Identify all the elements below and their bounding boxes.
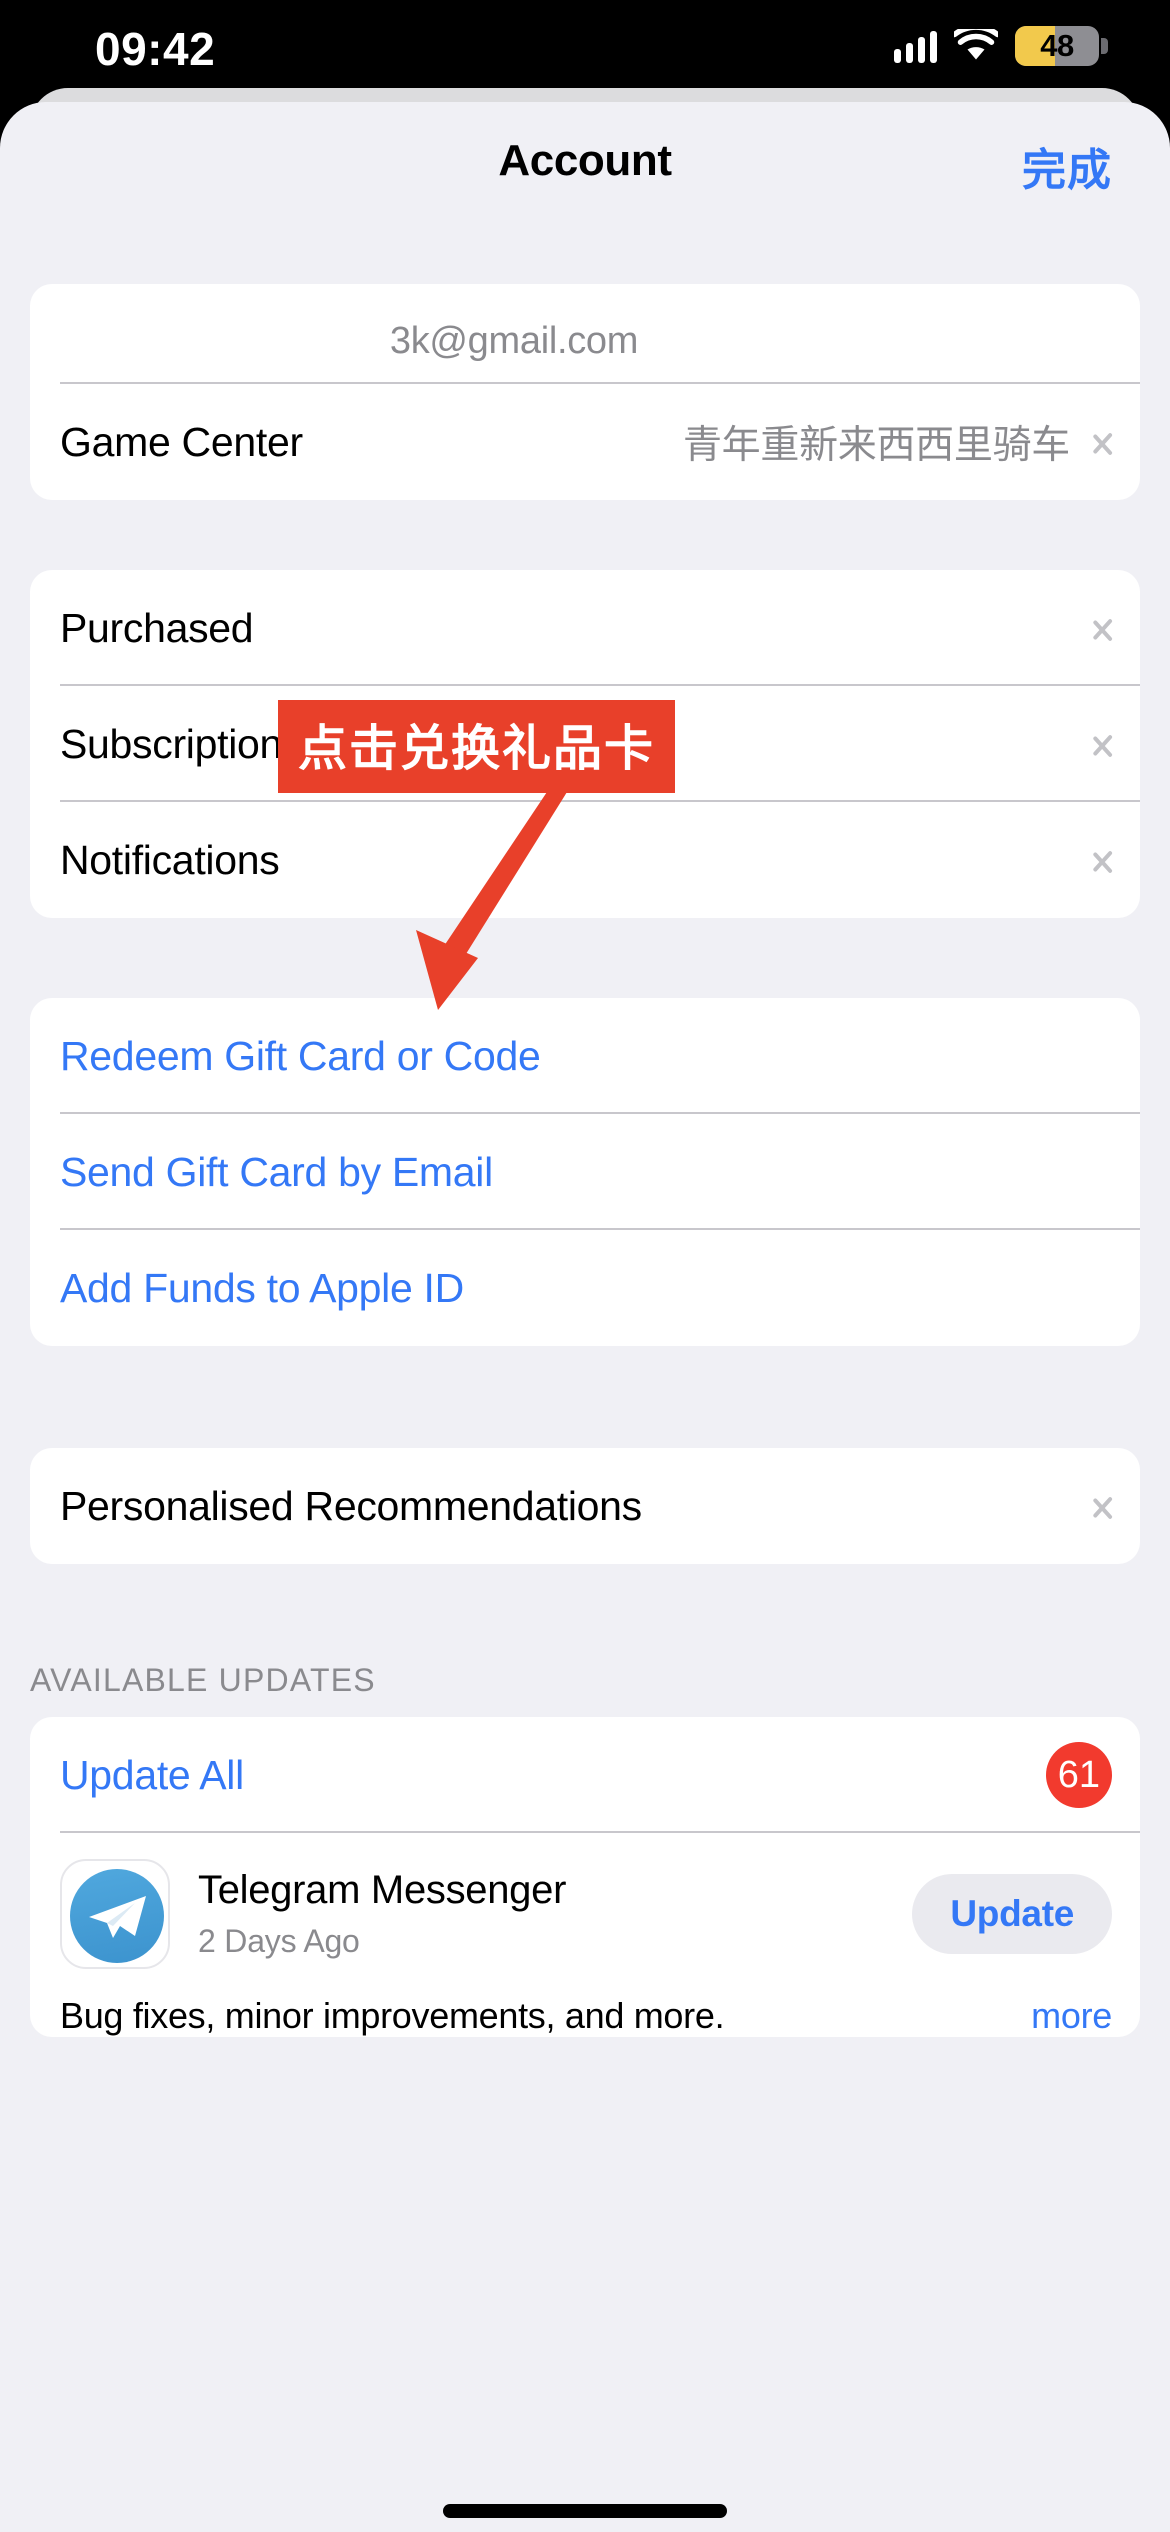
account-card: 3k@gmail.com Game Center 青年重新来西西里骑车 xyxy=(30,284,1140,500)
purchased-row[interactable]: Purchased xyxy=(30,570,1140,686)
game-center-nickname: 青年重新来西西里骑车 xyxy=(682,424,1070,467)
app-update-date: 2 Days Ago xyxy=(198,1923,360,1959)
chevron-right-icon xyxy=(1092,726,1112,762)
status-bar-indicators: 48 xyxy=(894,24,1108,66)
notifications-label: Notifications xyxy=(60,836,280,883)
redeem-gift-card-row[interactable]: Redeem Gift Card or Code xyxy=(30,998,1140,1114)
cellular-bars-icon xyxy=(894,29,937,63)
update-all-label: Update All xyxy=(60,1751,244,1798)
battery-percent-label: 48 xyxy=(1040,28,1074,63)
chevron-right-icon xyxy=(1092,424,1112,460)
battery-tip xyxy=(1101,38,1108,54)
chevron-right-icon xyxy=(1092,610,1112,646)
status-bar: 09:42 48 xyxy=(0,0,1170,96)
app-release-notes-row: Bug fixes, minor improvements, and more.… xyxy=(30,1979,1140,2037)
apple-id-email: 3k@gmail.com xyxy=(389,319,639,362)
more-link[interactable]: more xyxy=(1031,1995,1112,2037)
update-all-row[interactable]: Update All 61 xyxy=(30,1717,1140,1833)
app-name: Telegram Messenger xyxy=(198,1868,567,1912)
add-funds-label: Add Funds to Apple ID xyxy=(60,1264,464,1311)
gift-card-actions-card: Redeem Gift Card or Code Send Gift Card … xyxy=(30,998,1140,1346)
done-button[interactable]: 完成 xyxy=(1022,134,1112,198)
chevron-right-icon xyxy=(1092,842,1112,878)
available-updates-header: AVAILABLE UPDATES xyxy=(30,1662,376,1698)
recommendations-card: Personalised Recommendations xyxy=(30,1448,1140,1564)
navigation-bar: Account 完成 xyxy=(0,102,1170,222)
app-release-notes: Bug fixes, minor improvements, and more. xyxy=(60,1995,725,2036)
notifications-row[interactable]: Notifications xyxy=(30,802,1140,918)
battery-indicator: 48 xyxy=(1015,26,1108,66)
annotation-banner: 点击兑换礼品卡 xyxy=(278,700,676,793)
redeem-gift-card-label: Redeem Gift Card or Code xyxy=(60,1032,541,1079)
updates-card: Update All 61 Telegram Messenger 2 Days … xyxy=(30,1717,1140,2037)
subscriptions-label: Subscriptions xyxy=(60,720,303,767)
personalised-recommendations-label: Personalised Recommendations xyxy=(60,1482,642,1529)
wifi-icon xyxy=(951,24,1001,63)
personalised-recommendations-row[interactable]: Personalised Recommendations xyxy=(30,1448,1140,1564)
phone-screen: 09:42 48 Account 完成 3k@gmail.com Game Ce… xyxy=(0,0,1170,2532)
row-separator xyxy=(60,1831,1140,1833)
telegram-icon-plane xyxy=(89,1896,146,1938)
apple-id-email-row[interactable]: 3k@gmail.com xyxy=(30,284,1140,384)
app-metadata: Telegram Messenger 2 Days Ago xyxy=(198,1868,566,1960)
status-bar-clock: 09:42 xyxy=(95,23,216,75)
update-count-badge: 61 xyxy=(1045,1742,1112,1808)
send-gift-card-label: Send Gift Card by Email xyxy=(60,1148,493,1195)
purchased-label: Purchased xyxy=(60,604,254,651)
app-update-row[interactable]: Telegram Messenger 2 Days Ago Update xyxy=(30,1833,1140,1979)
home-indicator xyxy=(443,2504,727,2518)
chevron-right-icon xyxy=(1092,1488,1112,1524)
add-funds-row[interactable]: Add Funds to Apple ID xyxy=(30,1230,1140,1346)
send-gift-card-row[interactable]: Send Gift Card by Email xyxy=(30,1114,1140,1230)
telegram-icon xyxy=(60,1859,170,1969)
page-title: Account xyxy=(498,136,672,185)
battery-icon: 48 xyxy=(1015,26,1099,66)
game-center-label: Game Center xyxy=(60,418,303,465)
game-center-row[interactable]: Game Center 青年重新来西西里骑车 xyxy=(30,384,1140,500)
account-sheet: Account 完成 3k@gmail.com Game Center 青年重新… xyxy=(0,102,1170,2532)
update-button[interactable]: Update xyxy=(912,1874,1112,1954)
